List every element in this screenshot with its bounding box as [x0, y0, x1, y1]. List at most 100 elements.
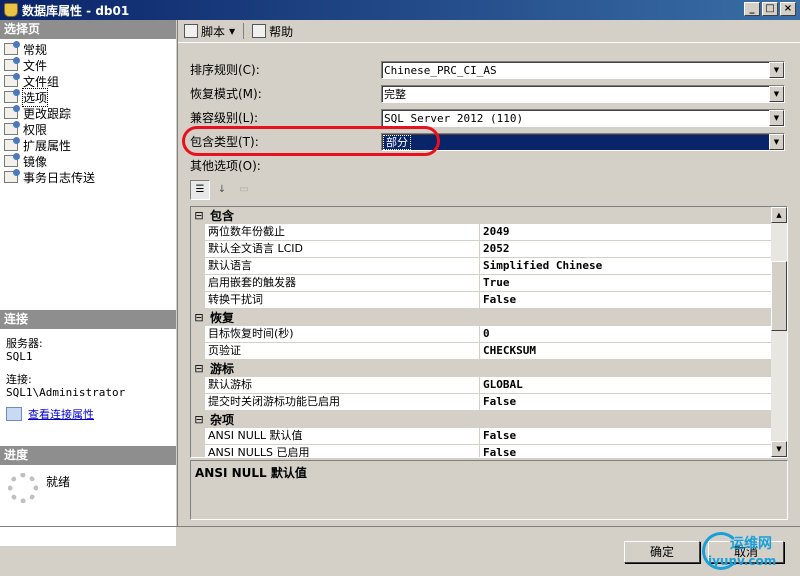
other-options-label: 其他选项(O): [190, 159, 261, 173]
page-item-label: 扩展属性 [23, 138, 72, 153]
grid-category[interactable]: ⊟ 杂项 [191, 411, 787, 428]
window-controls: _ □ × [744, 2, 796, 16]
grid-row[interactable]: 默认语言 Simplified Chinese [191, 258, 787, 275]
grid-row[interactable]: 目标恢复时间(秒) 0 [191, 326, 787, 343]
view-connection-properties-link[interactable]: 查看连接属性 [6, 407, 170, 421]
grid-row-gutter [191, 394, 205, 410]
page-item[interactable]: 常规 [0, 41, 176, 57]
progress-status: 就绪 [46, 475, 71, 489]
property-grid-body: ⊟ 包含 两位数年份截止 2049 默认全文语言 LCID 2052 默认语言 Simplif… [191, 207, 787, 457]
connection-label: 连接: [6, 373, 32, 386]
alphabetical-sort-icon[interactable]: ↓ [212, 180, 232, 200]
grid-row[interactable]: ANSI NULL 默认值 False [191, 428, 787, 445]
page-item-label: 常规 [23, 42, 48, 57]
property-description: ANSI NULL 默认值 [190, 460, 788, 520]
grid-row-value[interactable]: False [480, 292, 787, 308]
grid-row[interactable]: 两位数年份截止 2049 [191, 224, 787, 241]
dialog-footer: 确定 取消 [0, 526, 800, 576]
script-button[interactable]: 脚本 ▼ [180, 21, 239, 41]
chevron-down-icon[interactable]: ▼ [229, 27, 235, 36]
vertical-scrollbar[interactable]: ▲ ▼ [771, 207, 787, 457]
page-item[interactable]: 镜像 [0, 153, 176, 169]
select-page-header: 选择页 [0, 20, 176, 39]
page-item[interactable]: 更改跟踪 [0, 105, 176, 121]
title-bar[interactable]: 数据库属性 - db01 _ □ × [0, 0, 800, 20]
toolbar-separator [243, 23, 245, 39]
grid-row[interactable]: 转换干扰词 False [191, 292, 787, 309]
highlight-annotation [182, 126, 440, 156]
collapse-icon[interactable]: ⊟ [192, 209, 206, 222]
grid-row-value[interactable]: CHECKSUM [480, 343, 787, 359]
grid-row-value[interactable]: Simplified Chinese [480, 258, 787, 274]
grid-row[interactable]: 默认游标 GLOBAL [191, 377, 787, 394]
grid-row-name: 目标恢复时间(秒) [205, 326, 480, 342]
scroll-up-icon[interactable]: ▲ [771, 207, 787, 223]
chevron-down-icon[interactable]: ▼ [769, 110, 784, 126]
compatibility-level-select[interactable]: SQL Server 2012 (110) ▼ [381, 109, 785, 127]
grid-row[interactable]: ANSI NULLS 已启用 False [191, 445, 787, 457]
grid-row-value[interactable]: False [480, 394, 787, 410]
grid-row-name: 提交时关闭游标功能已启用 [205, 394, 480, 410]
grid-row[interactable]: 页验证 CHECKSUM [191, 343, 787, 360]
page-icon [4, 153, 20, 167]
scrollbar-thumb[interactable] [771, 261, 787, 331]
page-item-label: 权限 [23, 122, 48, 137]
grid-row-value[interactable]: 2052 [480, 241, 787, 257]
grid-category[interactable]: ⊟ 恢复 [191, 309, 787, 326]
page-item[interactable]: 权限 [0, 121, 176, 137]
view-connection-properties-label: 查看连接属性 [28, 407, 94, 421]
compatibility-level-label: 兼容级别(L): [190, 111, 259, 125]
scroll-down-icon[interactable]: ▼ [771, 441, 787, 457]
close-button[interactable]: × [780, 2, 796, 16]
page-item[interactable]: 扩展属性 [0, 137, 176, 153]
page-icon [4, 169, 20, 183]
page-item[interactable]: 选项 [0, 87, 176, 107]
grid-row-value[interactable]: 2049 [480, 224, 787, 240]
toolbar: 脚本 ▼ 帮助 [178, 20, 800, 43]
page-item[interactable]: 文件组 [0, 73, 176, 89]
grid-row-value[interactable]: True [480, 275, 787, 291]
watermark-cn: 运维网 [730, 536, 772, 552]
grid-row-value[interactable]: False [480, 428, 787, 444]
collapse-icon[interactable]: ⊟ [192, 413, 206, 426]
connection-properties-icon [6, 407, 22, 421]
grid-category-label: 包含 [210, 209, 235, 223]
collation-value: Chinese_PRC_CI_AS [384, 63, 497, 77]
recovery-model-label: 恢复模式(M): [190, 87, 262, 101]
collapse-icon[interactable]: ⊟ [192, 311, 206, 324]
chevron-down-icon[interactable]: ▼ [769, 62, 784, 78]
grid-category[interactable]: ⊟ 包含 [191, 207, 787, 224]
collation-select[interactable]: Chinese_PRC_CI_AS ▼ [381, 61, 785, 79]
recovery-model-value: 完整 [384, 88, 406, 101]
grid-category[interactable]: ⊟ 游标 [191, 360, 787, 377]
grid-row-name: 页验证 [205, 343, 480, 359]
grid-row-gutter [191, 241, 205, 257]
page-item[interactable]: 文件 [0, 57, 176, 73]
containment-type-select[interactable]: 部分 ▼ [381, 133, 785, 151]
grid-row-value[interactable]: False [480, 445, 787, 457]
categorized-icon[interactable]: ☰ [190, 180, 210, 200]
help-button[interactable]: 帮助 [248, 21, 297, 41]
collapse-icon[interactable]: ⊟ [192, 362, 206, 375]
server-label: 服务器: [6, 337, 43, 350]
maximize-button[interactable]: □ [762, 2, 778, 16]
page-item[interactable]: 事务日志传送 [0, 169, 176, 185]
minimize-button[interactable]: _ [744, 2, 760, 16]
page-item-label: 更改跟踪 [23, 106, 72, 121]
grid-row-value[interactable]: 0 [480, 326, 787, 342]
grid-row[interactable]: 默认全文语言 LCID 2052 [191, 241, 787, 258]
page-icon [4, 105, 20, 119]
grid-row[interactable]: 提交时关闭游标功能已启用 False [191, 394, 787, 411]
chevron-down-icon[interactable]: ▼ [769, 86, 784, 102]
chevron-down-icon[interactable]: ▼ [769, 134, 784, 150]
ok-button[interactable]: 确定 [624, 541, 700, 563]
grid-row-gutter [191, 326, 205, 342]
grid-row-name: 默认全文语言 LCID [205, 241, 480, 257]
recovery-model-select[interactable]: 完整 ▼ [381, 85, 785, 103]
grid-category-label: 恢复 [210, 311, 235, 325]
grid-row-value[interactable]: GLOBAL [480, 377, 787, 393]
property-grid[interactable]: ⊟ 包含 两位数年份截止 2049 默认全文语言 LCID 2052 默认语言 Simplif… [190, 206, 788, 458]
page-icon [4, 137, 20, 151]
grid-row[interactable]: 启用嵌套的触发器 True [191, 275, 787, 292]
property-pages-icon[interactable]: ▭ [234, 180, 254, 200]
